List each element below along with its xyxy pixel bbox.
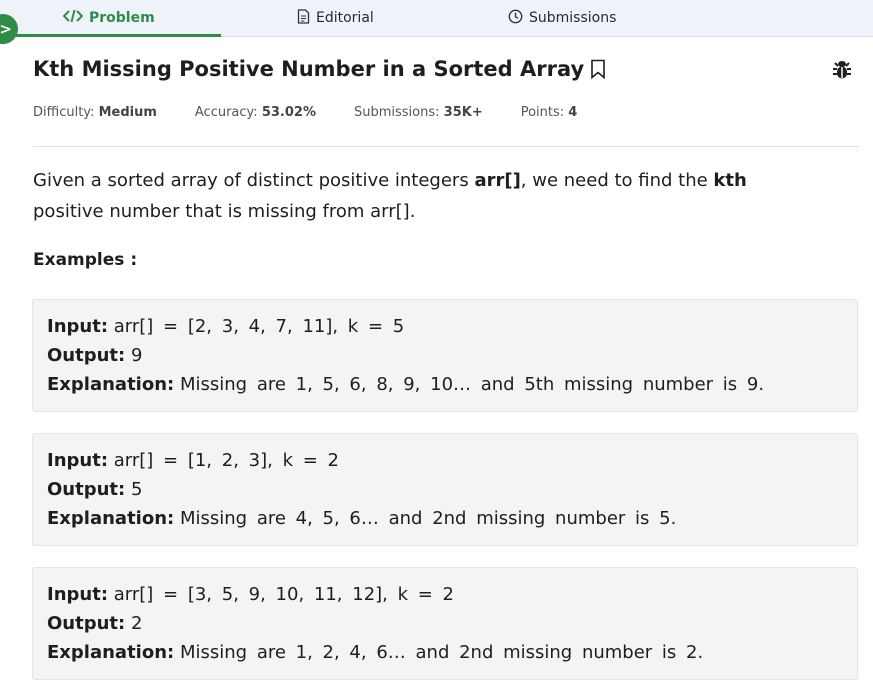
example-output: Output: 5 [47,479,143,500]
problem-meta: Difficulty: Medium Accuracy: 53.02% Subm… [33,105,615,120]
tab-editorial[interactable]: Editorial [297,0,374,36]
examples-heading: Examples : [33,250,138,270]
difficulty-info: Difficulty: Medium [33,105,157,120]
example-input: Input: arr[] = [2, 3, 4, 7, 11], k = 5 [47,316,405,337]
example-output: Output: 2 [47,613,143,634]
difficulty-value: Medium [98,105,157,120]
tab-submissions[interactable]: Submissions [508,0,616,36]
document-icon [297,8,310,28]
submissions-value: 35K+ [443,105,483,120]
points-info: Points: 4 [520,105,578,120]
submissions-info: Submissions: 35K+ [353,105,483,120]
problem-description: Given a sorted array of distinct positiv… [33,170,747,222]
example-output: Output: 9 [47,345,143,366]
tab-submissions-label: Submissions [529,10,617,26]
tab-editorial-label: Editorial [316,10,374,26]
accuracy-value: 53.02% [261,105,316,120]
chevron-right-icon: > [0,19,12,38]
problem-tab-bar: Problem Editorial Submissions [0,0,873,37]
active-tab-indicator [16,34,221,37]
example-block: Input: arr[] = [3, 5, 9, 10, 11, 12], k … [32,567,858,680]
report-bug-icon[interactable] [830,58,854,86]
clock-icon [508,9,523,28]
problem-title: Kth Missing Positive Number in a Sorted … [33,57,585,81]
code-icon [62,9,84,27]
example-input: Input: arr[] = [3, 5, 9, 10, 11, 12], k … [47,584,455,605]
tab-problem-label: Problem [89,10,155,26]
example-block: Input: arr[] = [2, 3, 4, 7, 11], k = 5 O… [32,299,858,412]
example-explanation: Explanation: Missing are 4, 5, 6… and 2n… [47,508,677,529]
example-explanation: Explanation: Missing are 1, 2, 4, 6… and… [47,642,704,663]
tab-problem[interactable]: Problem [62,0,155,36]
accuracy-info: Accuracy: 53.02% [194,105,316,120]
bookmark-icon[interactable] [590,59,606,79]
problem-title-row: Kth Missing Positive Number in a Sorted … [33,57,606,81]
example-explanation: Explanation: Missing are 1, 5, 6, 8, 9, … [47,374,765,395]
points-value: 4 [568,105,578,120]
example-block: Input: arr[] = [1, 2, 3], k = 2 Output: … [32,433,858,546]
divider [33,146,859,147]
example-input: Input: arr[] = [1, 2, 3], k = 2 [47,450,339,471]
